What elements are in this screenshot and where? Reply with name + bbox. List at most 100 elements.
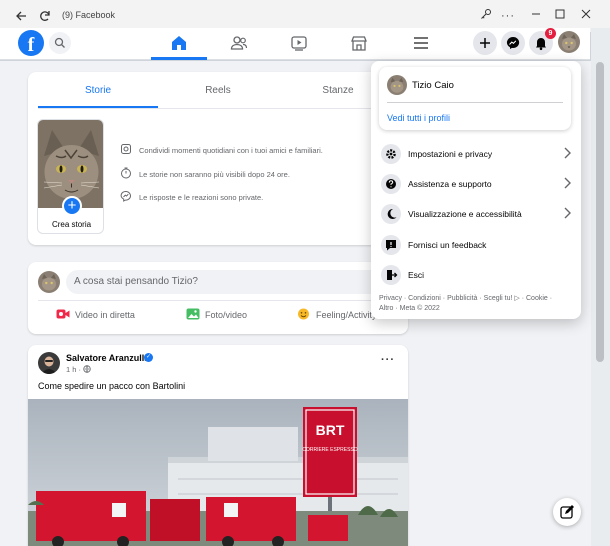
video-icon bbox=[291, 36, 307, 51]
gear-icon bbox=[381, 144, 401, 164]
account-menu: Tizio Caio Vedi tutti i profili Impostaz… bbox=[371, 61, 581, 319]
facebook-logo[interactable]: f bbox=[18, 30, 44, 56]
hamburger-menu-icon bbox=[414, 37, 428, 49]
cat-avatar-image bbox=[558, 31, 580, 53]
messenger-icon bbox=[120, 191, 131, 202]
post-composer: A cosa stai pensando Tizio? Video in dir… bbox=[28, 262, 408, 334]
messenger-icon bbox=[506, 36, 520, 49]
brt-depot-photo: BRT CORRIERE ESPRESSO bbox=[28, 399, 408, 546]
menu-footer-links[interactable]: Privacy · Condizioni · Pubblicità · Sceg… bbox=[379, 294, 575, 314]
feeling-activity-label: Feeling/Activity bbox=[316, 310, 377, 320]
feed-post: Salvatore Aranzulla ✓ 1 h · ··· Come spe… bbox=[28, 345, 408, 546]
facebook-navbar: f bbox=[0, 28, 590, 60]
create-story-button[interactable]: + Crea storia bbox=[37, 119, 104, 234]
new-message-button[interactable] bbox=[553, 498, 581, 526]
add-story-plus-icon: + bbox=[62, 196, 82, 216]
post-more-options-button[interactable]: ··· bbox=[381, 354, 395, 366]
back-arrow-icon[interactable] bbox=[14, 9, 28, 23]
moon-icon bbox=[381, 204, 401, 224]
story-info-text: Condividi momenti quotidiani con i tuoi … bbox=[139, 146, 323, 155]
story-info-text: Le risposte e le reazioni sono private. bbox=[139, 193, 264, 202]
avatar bbox=[387, 75, 407, 95]
notification-badge: 9 bbox=[545, 28, 556, 39]
see-all-profiles-link[interactable]: Vedi tutti i profili bbox=[387, 113, 450, 123]
menu-item-label: Impostazioni e privacy bbox=[408, 149, 493, 159]
menu-item-settings-privacy[interactable]: Impostazioni e privacy bbox=[377, 141, 575, 167]
avatar[interactable] bbox=[38, 271, 60, 293]
chevron-right-icon bbox=[564, 207, 571, 219]
footer-line: Altro · Meta © 2022 bbox=[379, 305, 440, 312]
stories-tabs: Storie Reels Stanze bbox=[38, 80, 398, 108]
messenger-button[interactable] bbox=[501, 31, 525, 55]
search-button[interactable] bbox=[49, 32, 71, 54]
verified-badge-icon: ✓ bbox=[144, 353, 153, 362]
composer-divider bbox=[38, 300, 398, 301]
brt-sign-text: BRT bbox=[316, 422, 345, 438]
home-icon bbox=[172, 36, 186, 50]
logout-icon bbox=[381, 265, 401, 285]
chevron-right-icon bbox=[564, 177, 571, 189]
account-avatar-button[interactable] bbox=[558, 31, 580, 53]
compose-icon bbox=[560, 505, 574, 519]
menu-item-label: Assistenza e supporto bbox=[408, 179, 492, 189]
marketplace-icon bbox=[351, 36, 367, 51]
create-story-label: Crea storia bbox=[51, 220, 92, 229]
globe-icon bbox=[83, 365, 91, 373]
smiley-icon bbox=[298, 308, 309, 320]
menu-item-logout[interactable]: Esci bbox=[377, 262, 575, 288]
profile-name: Tizio Caio bbox=[412, 80, 454, 91]
refresh-icon[interactable] bbox=[38, 9, 52, 23]
stories-card: Storie Reels Stanze + Crea storia Condiv… bbox=[28, 72, 408, 245]
scrollbar-thumb[interactable] bbox=[596, 62, 604, 362]
photo-video-label: Foto/video bbox=[205, 310, 248, 320]
close-button[interactable] bbox=[578, 8, 594, 24]
whats-on-your-mind-input[interactable]: A cosa stai pensando Tizio? bbox=[66, 270, 400, 294]
post-author-name[interactable]: Salvatore Aranzulla bbox=[66, 353, 149, 363]
menu-item-display-accessibility[interactable]: Visualizzazione e accessibilità bbox=[377, 201, 575, 227]
help-icon bbox=[381, 174, 401, 194]
create-button[interactable] bbox=[473, 31, 497, 55]
search-icon bbox=[54, 37, 65, 48]
key-icon[interactable] bbox=[478, 8, 494, 24]
maximize-button[interactable] bbox=[552, 8, 568, 24]
cat-avatar-image bbox=[38, 271, 60, 293]
profile-card[interactable]: Tizio Caio Vedi tutti i profili bbox=[379, 67, 571, 130]
menu-item-help-support[interactable]: Assistenza e supporto bbox=[377, 171, 575, 197]
post-timestamp[interactable]: 1 h · bbox=[66, 365, 91, 374]
tab-stories[interactable]: Storie bbox=[38, 80, 158, 108]
post-time-text: 1 h · bbox=[66, 365, 82, 374]
stories-icon bbox=[121, 144, 131, 154]
tab-reels[interactable]: Reels bbox=[158, 80, 278, 108]
person-avatar-image bbox=[38, 352, 60, 374]
feedback-icon bbox=[381, 235, 401, 255]
window-title: (9) Facebook bbox=[62, 10, 116, 20]
menu-item-label: Fornisci un feedback bbox=[408, 240, 487, 250]
timer-icon bbox=[121, 167, 131, 179]
photo-icon bbox=[186, 308, 200, 320]
menu-item-label: Visualizzazione e accessibilità bbox=[408, 209, 522, 219]
more-options-icon[interactable]: ··· bbox=[500, 8, 516, 24]
cat-story-image bbox=[38, 120, 103, 208]
brt-sign-subtext: CORRIERE ESPRESSO bbox=[302, 447, 357, 453]
tabs-divider bbox=[38, 108, 398, 109]
post-image[interactable]: BRT CORRIERE ESPRESSO bbox=[28, 399, 408, 546]
post-author-avatar[interactable] bbox=[38, 352, 60, 374]
friends-icon bbox=[230, 36, 248, 50]
minimize-button[interactable] bbox=[528, 8, 544, 24]
tab-friends[interactable] bbox=[211, 28, 267, 60]
footer-line: Privacy · Condizioni · Pubblicità · Sceg… bbox=[379, 295, 553, 302]
menu-item-label: Esci bbox=[408, 270, 425, 280]
live-video-icon bbox=[56, 309, 70, 319]
tab-home[interactable] bbox=[151, 28, 207, 60]
profile-divider bbox=[387, 102, 563, 103]
story-info-text: Le storie non saranno più visibili dopo … bbox=[139, 170, 290, 179]
plus-icon bbox=[480, 38, 490, 48]
tab-marketplace[interactable] bbox=[331, 28, 387, 60]
cat-avatar-image bbox=[387, 75, 407, 95]
tab-watch[interactable] bbox=[271, 28, 327, 60]
tab-menu[interactable] bbox=[393, 28, 449, 60]
post-text: Come spedire un pacco con Bartolini bbox=[38, 381, 186, 391]
menu-item-give-feedback[interactable]: Fornisci un feedback bbox=[377, 232, 575, 258]
live-video-label: Video in diretta bbox=[75, 310, 135, 320]
chevron-right-icon bbox=[564, 147, 571, 159]
